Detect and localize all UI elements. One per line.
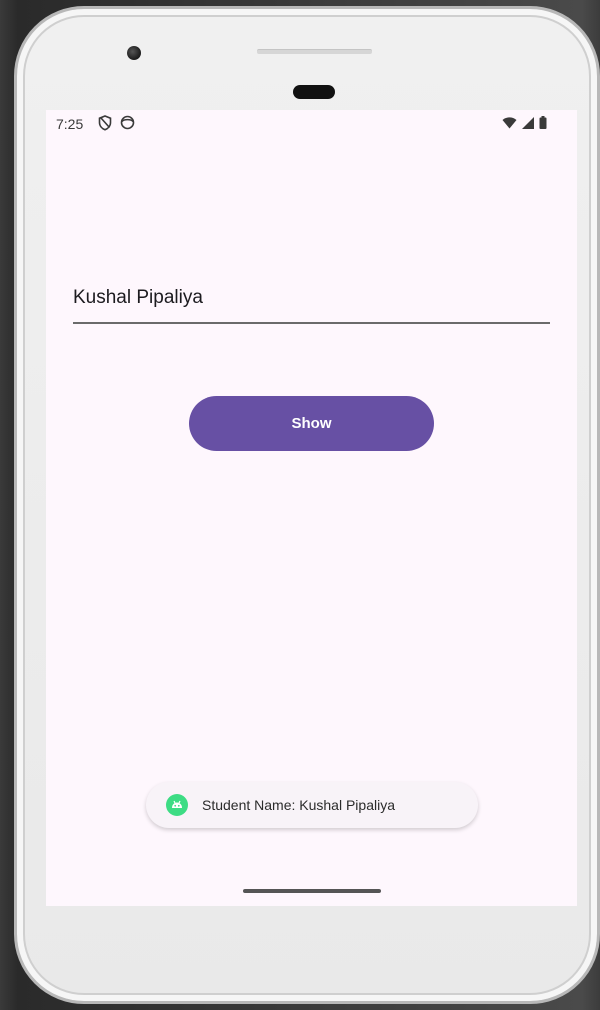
student-name-input[interactable] [73,280,550,324]
app-screen: 7:25 Kushal Pipaliya Show Student Name: … [46,110,577,906]
toast-message: Student Name: Kushal Pipaliya [146,782,478,828]
status-left-icons [98,115,135,136]
android-icon [166,794,188,816]
speaker-grill [257,49,372,54]
status-time: 7:25 [56,116,84,132]
status-right-icons [502,116,547,134]
wifi-icon [502,116,517,134]
signal-icon [522,116,534,134]
toast-text: Student Name: Kushal Pipaliya [202,797,395,813]
show-button[interactable]: Show [189,396,434,451]
battery-icon [539,116,547,134]
face-icon [120,115,135,136]
earpiece [293,85,335,99]
gesture-nav-handle[interactable] [243,889,381,893]
status-bar: 7:25 [46,110,577,138]
shield-icon [98,115,112,136]
front-camera [127,46,141,60]
